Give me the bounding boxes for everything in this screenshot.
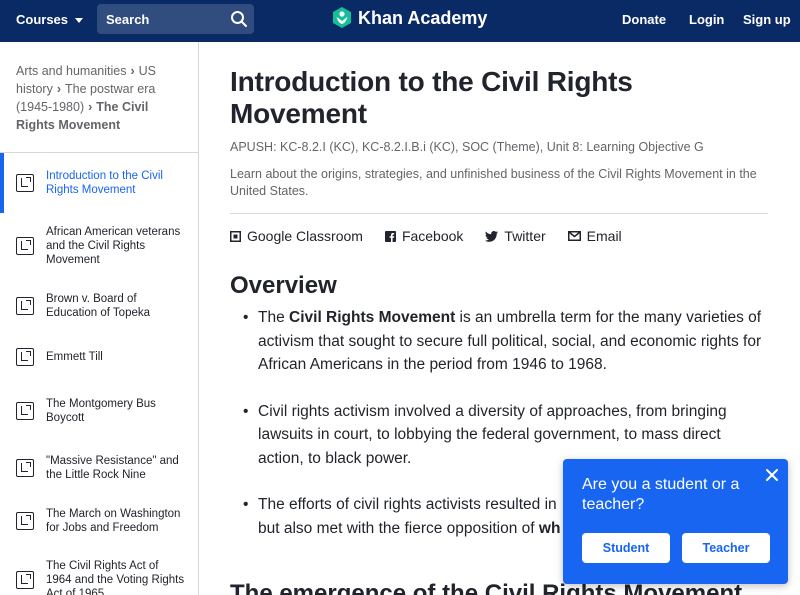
google-classroom-icon bbox=[230, 230, 241, 242]
divider bbox=[230, 213, 768, 214]
article-icon bbox=[16, 402, 34, 420]
sidebar-item-veterans[interactable]: African American veterans and the Civil … bbox=[0, 213, 198, 279]
sidebar-item-label: "Massive Resistance" and the Little Rock… bbox=[46, 454, 179, 481]
email-label: Email bbox=[586, 228, 622, 244]
search-label: Search bbox=[106, 11, 150, 27]
courses-label: Courses bbox=[16, 12, 69, 27]
bullet-2-text: Civil rights activism involved a diversi… bbox=[258, 402, 727, 467]
signup-link[interactable]: Sign up bbox=[743, 12, 791, 27]
sidebar-item-label: The Civil Rights Act of 1964 and the Vot… bbox=[46, 560, 185, 595]
sidebar-item-massive-resistance[interactable]: "Massive Resistance" and the Little Rock… bbox=[0, 441, 198, 494]
chevron-down-icon bbox=[75, 17, 84, 23]
logo-text: Khan Academy bbox=[358, 7, 488, 28]
article-icon bbox=[16, 297, 34, 315]
bullet-3-term: wh bbox=[538, 519, 561, 537]
article-icon bbox=[16, 458, 34, 477]
breadcrumb-arts-humanities[interactable]: Arts and humanities bbox=[16, 64, 126, 78]
article-icon bbox=[16, 511, 34, 530]
sidebar-item-label: The March on Washington for Jobs and Fre… bbox=[46, 507, 181, 534]
twitter-label: Twitter bbox=[504, 228, 546, 244]
standards-line: APUSH: KC-8.2.I (KC), KC-8.2.I.B.i (KC),… bbox=[230, 140, 704, 154]
student-button[interactable]: Student bbox=[582, 533, 670, 563]
breadcrumb-separator-icon: › bbox=[130, 64, 135, 78]
twitter-icon bbox=[485, 230, 499, 242]
role-selection-popup: Are you a student or a teacher? Student … bbox=[563, 459, 788, 584]
khan-academy-logo-icon bbox=[333, 7, 351, 28]
article-icon bbox=[16, 174, 34, 192]
top-navigation-bar: Courses Search Khan Academy Donate Login… bbox=[0, 0, 800, 42]
bullet-3-line2: but also met with the fierce opposition … bbox=[258, 519, 539, 537]
search-input[interactable]: Search bbox=[97, 4, 254, 34]
khan-academy-logo[interactable]: Khan Academy bbox=[332, 7, 487, 29]
facebook-icon bbox=[384, 230, 396, 242]
facebook-label: Facebook bbox=[401, 228, 464, 244]
sidebar-item-label: Introduction to the Civil Rights Movemen… bbox=[46, 170, 163, 196]
sidebar-item-brown-v-board[interactable]: Brown v. Board of Education of Topeka bbox=[0, 279, 198, 333]
article-icon bbox=[16, 237, 34, 255]
share-bar: Google Classroom Facebook Twitter Email bbox=[230, 228, 770, 244]
email-icon bbox=[567, 231, 581, 241]
popup-question: Are you a student or a teacher? bbox=[582, 476, 740, 513]
bullet-1-term: Civil Rights Movement bbox=[289, 309, 456, 326]
close-icon[interactable] bbox=[764, 467, 780, 483]
sidebar-item-civil-rights-act[interactable]: The Civil Rights Act of 1964 and the Vot… bbox=[0, 547, 198, 595]
courses-menu-button[interactable]: Courses bbox=[16, 12, 84, 27]
sidebar-item-label: The Montgomery Bus Boycott bbox=[46, 398, 156, 424]
sidebar-item-introduction[interactable]: Introduction to the Civil Rights Movemen… bbox=[0, 153, 198, 213]
page-title: Introduction to the Civil Rights Movemen… bbox=[230, 66, 633, 129]
teacher-button[interactable]: Teacher bbox=[682, 533, 770, 563]
lesson-list: Introduction to the Civil Rights Movemen… bbox=[0, 153, 198, 595]
google-classroom-label: Google Classroom bbox=[247, 228, 363, 244]
google-classroom-share-button[interactable]: Google Classroom bbox=[230, 228, 363, 244]
overview-heading: Overview bbox=[230, 272, 337, 299]
bullet-1-intro: The bbox=[258, 309, 290, 326]
sidebar-item-label: African American veterans and the Civil … bbox=[46, 226, 181, 266]
facebook-share-button[interactable]: Facebook bbox=[384, 228, 464, 244]
list-item: The Civil Rights Movement is an umbrella… bbox=[230, 306, 770, 377]
breadcrumb: Arts and humanities › US history › The postw… bbox=[0, 42, 198, 153]
sidebar-item-montgomery-bus-boycott[interactable]: The Montgomery Bus Boycott bbox=[0, 381, 198, 441]
breadcrumb-separator-icon: › bbox=[56, 82, 61, 96]
sidebar: Arts and humanities › US history › The postw… bbox=[0, 42, 199, 595]
donate-link[interactable]: Donate bbox=[622, 12, 666, 27]
sidebar-item-label: Emmett Till bbox=[46, 351, 103, 363]
email-share-button[interactable]: Email bbox=[567, 228, 622, 244]
article-description: Learn about the origins, strategies, and… bbox=[230, 167, 757, 198]
sidebar-item-emmett-till[interactable]: Emmett Till bbox=[0, 333, 198, 381]
login-link[interactable]: Login bbox=[689, 12, 724, 27]
article-icon bbox=[16, 348, 34, 366]
twitter-share-button[interactable]: Twitter bbox=[485, 228, 546, 244]
search-icon[interactable] bbox=[230, 10, 248, 28]
sidebar-item-march-on-washington[interactable]: The March on Washington for Jobs and Fre… bbox=[0, 494, 198, 547]
breadcrumb-separator-icon: › bbox=[88, 100, 93, 114]
article-icon bbox=[16, 571, 34, 589]
sidebar-item-label: Brown v. Board of Education of Topeka bbox=[46, 293, 151, 319]
bullet-3-text: The efforts of civil rights activists re… bbox=[258, 496, 557, 513]
